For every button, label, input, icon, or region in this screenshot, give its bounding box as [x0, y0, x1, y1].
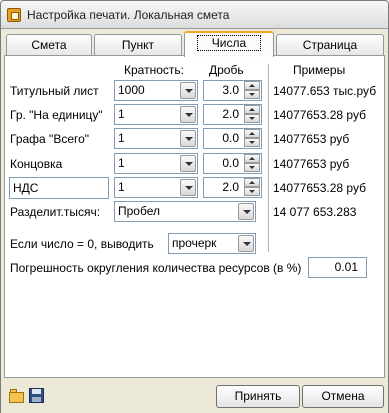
chevron-down-icon[interactable] — [180, 130, 196, 147]
accept-button[interactable]: Принять — [216, 385, 300, 408]
title-page-multiplicity-select[interactable]: 1000 — [114, 80, 198, 101]
per-unit-example: 14077653.28 руб — [273, 108, 366, 122]
stepper-up-icon[interactable] — [244, 154, 260, 163]
stepper-up-icon[interactable] — [244, 129, 260, 138]
tab-item[interactable]: Пункт — [94, 34, 182, 56]
total-column-fraction-stepper[interactable]: 0.0 — [203, 128, 262, 149]
total-column-label: Графа "Всего" — [10, 132, 90, 146]
tab-control: Смета Пункт Числа Страница Кратность: Др… — [4, 31, 385, 378]
stepper-down-icon[interactable] — [244, 90, 260, 99]
save-icon[interactable] — [29, 388, 45, 404]
tab-label: Страница — [302, 38, 358, 52]
vat-label-field[interactable]: НДС — [9, 177, 109, 199]
stepper-down-icon[interactable] — [244, 138, 260, 147]
tab-page[interactable]: Страница — [276, 34, 384, 56]
stepper-up-icon[interactable] — [244, 81, 260, 90]
print-settings-window: Настройка печати. Локальная смета Смета … — [0, 0, 389, 413]
zero-output-label: Если число = 0, выводить — [10, 237, 154, 251]
ending-fraction-stepper[interactable]: 0.0 — [203, 153, 262, 174]
select-value: 1000 — [118, 83, 145, 97]
window-title: Настройка печати. Локальная смета — [27, 8, 230, 22]
select-value: 1 — [118, 107, 125, 121]
column-divider — [268, 64, 269, 252]
title-page-fraction-stepper[interactable]: 3.0 — [203, 80, 262, 101]
tab-label: Смета — [31, 38, 67, 52]
stepper-up-icon[interactable] — [244, 105, 260, 114]
stepper-down-icon[interactable] — [244, 114, 260, 123]
separator-example: 14 077 653.283 — [273, 205, 357, 219]
numbers-tab-panel: Кратность: Дробь Примеры Титульный лист … — [4, 55, 385, 378]
zero-output-select[interactable]: прочерк — [168, 233, 256, 254]
select-value: 1 — [118, 180, 125, 194]
cancel-button[interactable]: Отмена — [302, 385, 384, 408]
tab-label: Числа — [196, 35, 262, 51]
select-value: 1 — [118, 131, 125, 145]
rounding-label: Погрешность округления количества ресурс… — [10, 261, 302, 275]
per-unit-label: Гр. "На единицу" — [10, 108, 103, 122]
title-page-label: Титульный лист — [10, 84, 99, 98]
fraction-header: Дробь — [209, 63, 244, 77]
ending-example: 14077653 руб — [273, 157, 350, 171]
chevron-down-icon[interactable] — [238, 203, 254, 220]
stepper-down-icon[interactable] — [244, 187, 260, 196]
title-bar: Настройка печати. Локальная смета — [1, 1, 388, 29]
bottom-toolbar: Принять Отмена — [1, 379, 388, 413]
ending-label: Концовка — [10, 157, 63, 171]
title-page-example: 14077.653 тыс.руб — [273, 84, 377, 98]
folder-icon[interactable] — [9, 388, 25, 404]
tab-label: Пункт — [121, 38, 155, 52]
stepper-value: 2.0 — [222, 107, 239, 121]
thousands-separator-select[interactable]: Пробел — [114, 201, 256, 222]
stepper-value: 0.0 — [222, 131, 239, 145]
examples-header: Примеры — [293, 63, 346, 77]
chevron-down-icon[interactable] — [238, 235, 254, 252]
select-value: Пробел — [118, 204, 160, 218]
thousands-separator-label: Разделит.тысяч: — [10, 205, 101, 219]
vat-multiplicity-select[interactable]: 1 — [114, 177, 198, 198]
chevron-down-icon[interactable] — [180, 179, 196, 196]
chevron-down-icon[interactable] — [180, 155, 196, 172]
rounding-input[interactable]: 0.01 — [308, 257, 367, 278]
stepper-down-icon[interactable] — [244, 163, 260, 172]
per-unit-multiplicity-select[interactable]: 1 — [114, 104, 198, 125]
vat-example: 14077653.28 руб — [273, 181, 366, 195]
tab-estimate[interactable]: Смета — [6, 34, 92, 56]
ending-multiplicity-select[interactable]: 1 — [114, 153, 198, 174]
multiplicity-header: Кратность: — [124, 63, 184, 77]
chevron-down-icon[interactable] — [180, 106, 196, 123]
tab-numbers[interactable]: Числа — [184, 31, 274, 57]
total-column-multiplicity-select[interactable]: 1 — [114, 128, 198, 149]
total-column-example: 14077653 руб — [273, 132, 350, 146]
chevron-down-icon[interactable] — [180, 82, 196, 99]
select-value: 1 — [118, 156, 125, 170]
app-icon — [7, 8, 21, 22]
stepper-up-icon[interactable] — [244, 178, 260, 187]
stepper-value: 3.0 — [222, 83, 239, 97]
stepper-value: 0.0 — [222, 156, 239, 170]
select-value: прочерк — [172, 236, 217, 250]
stepper-value: 2.0 — [222, 180, 239, 194]
per-unit-fraction-stepper[interactable]: 2.0 — [203, 104, 262, 125]
vat-fraction-stepper[interactable]: 2.0 — [203, 177, 262, 198]
